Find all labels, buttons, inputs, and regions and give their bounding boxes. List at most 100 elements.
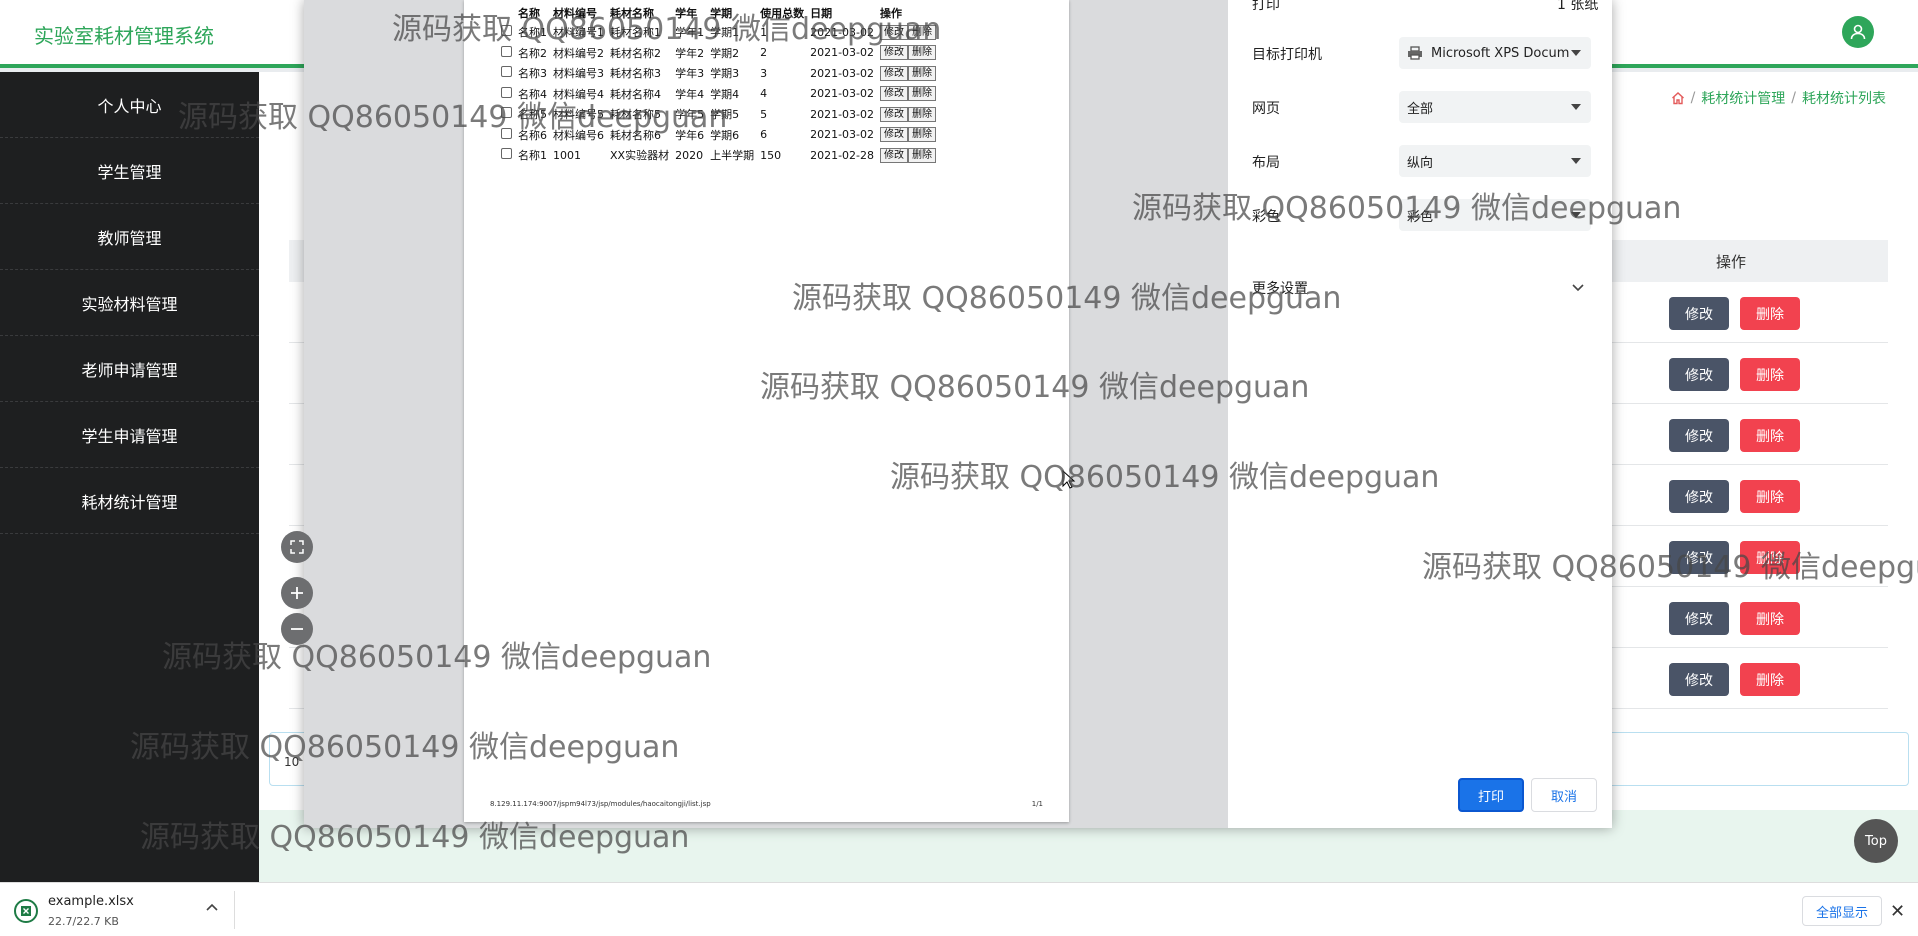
minus-icon [291, 628, 303, 630]
pages-select[interactable]: 全部 [1399, 91, 1591, 123]
preview-table-cell: 2021-03-02 [810, 107, 875, 121]
breadcrumb-level2: 耗材统计列表 [1802, 91, 1886, 107]
edit-button[interactable]: 修改 [1669, 297, 1729, 330]
delete-button[interactable]: 删除 [1740, 663, 1800, 696]
preview-table-cell: 耗材名称3 [610, 67, 661, 81]
preview-edit-button[interactable]: 修改 [880, 24, 909, 40]
edit-button[interactable]: 修改 [1669, 541, 1729, 574]
preview-actions-cell: 修改 删除 [877, 63, 939, 84]
preview-table-cell: 学年2 [675, 46, 705, 60]
preview-table-cell: 2021-03-02 [810, 25, 875, 39]
layout-select[interactable]: 纵向 [1399, 145, 1591, 177]
preview-table-cell: 学年5 [675, 108, 705, 122]
preview-actions-cell: 修改 删除 [877, 145, 939, 166]
row-checkbox[interactable] [501, 25, 512, 37]
preview-edit-button[interactable]: 修改 [880, 147, 909, 163]
preview-delete-button[interactable]: 删除 [908, 65, 937, 81]
delete-button[interactable]: 删除 [1740, 419, 1800, 452]
preview-table-cell: 材料编号3 [553, 67, 604, 81]
color-label: 彩色 [1252, 209, 1280, 225]
color-select[interactable]: 彩色 [1399, 199, 1591, 231]
preview-actions-cell: 修改 删除 [877, 22, 939, 43]
preview-table-cell: 学期2 [710, 46, 740, 60]
preview-edit-button[interactable]: 修改 [880, 106, 909, 122]
row-checkbox[interactable] [501, 127, 512, 139]
preview-table-cell: 材料编号4 [553, 87, 604, 101]
preview-table-cell: 材料编号1 [553, 26, 604, 40]
preview-delete-button[interactable]: 删除 [908, 45, 937, 61]
close-icon[interactable]: ✕ [1890, 901, 1905, 922]
sheets-value: 1 张纸 [1557, 0, 1599, 13]
preview-table-cell: 1001 [553, 148, 581, 162]
print-button[interactable]: 打印 [1458, 778, 1524, 812]
zoom-in-button[interactable] [281, 577, 313, 609]
preview-edit-button[interactable]: 修改 [880, 65, 909, 81]
pages-label: 网页 [1252, 101, 1280, 117]
preview-row-checkbox-cell [498, 104, 515, 125]
sidebar-item-teachers[interactable]: 教师管理 [0, 204, 259, 270]
preview-table-cell: 耗材名称2 [610, 46, 661, 60]
cancel-button[interactable]: 取消 [1531, 778, 1597, 812]
preview-delete-button[interactable]: 删除 [908, 24, 937, 40]
preview-edit-button[interactable]: 修改 [880, 45, 909, 61]
sidebar-item-student-requests[interactable]: 学生申请管理 [0, 402, 259, 468]
chevron-up-icon[interactable] [206, 903, 218, 911]
download-file-name[interactable]: example.xlsx [48, 894, 134, 909]
delete-button[interactable]: 删除 [1740, 297, 1800, 330]
preview-table-row: 名称5 材料编号5 耗材名称5 学年5 学期5 5 2021-03-02 修改 删除 [498, 104, 939, 125]
app-title: 实验室耗材管理系统 [34, 24, 214, 48]
show-all-downloads-button[interactable]: 全部显示 [1802, 896, 1882, 926]
sidebar-item-label: 实验材料管理 [81, 294, 178, 314]
chevron-down-icon[interactable] [1572, 284, 1584, 292]
home-icon[interactable] [1671, 91, 1685, 105]
preview-table-row: 名称6 材料编号6 耗材名称6 学年6 学期6 6 2021-03-02 修改 删除 [498, 125, 939, 146]
sidebar-item-personal-center[interactable]: 个人中心 [0, 72, 259, 138]
zoom-out-button[interactable] [281, 613, 313, 645]
preview-delete-button[interactable]: 删除 [908, 86, 937, 102]
back-to-top-button[interactable]: Top [1854, 819, 1898, 863]
preview-actions-cell: 修改 删除 [877, 104, 939, 125]
preview-row-checkbox-cell [498, 43, 515, 64]
row-checkbox[interactable] [501, 107, 512, 119]
preview-table-cell: 学期1 [710, 26, 740, 40]
printer-select[interactable]: Microsoft XPS Docum [1399, 37, 1591, 69]
edit-button[interactable]: 修改 [1669, 358, 1729, 391]
preview-delete-button[interactable]: 删除 [908, 147, 937, 163]
fullscreen-icon [290, 540, 304, 554]
edit-button[interactable]: 修改 [1669, 480, 1729, 513]
delete-button[interactable]: 删除 [1740, 358, 1800, 391]
row-checkbox[interactable] [501, 45, 512, 57]
delete-button[interactable]: 删除 [1740, 480, 1800, 513]
sidebar-item-consumable-stats[interactable]: 耗材统计管理 [0, 468, 259, 534]
edit-button[interactable]: 修改 [1669, 419, 1729, 452]
preview-table-cell: 材料编号2 [553, 46, 604, 60]
preview-delete-button[interactable]: 删除 [908, 106, 937, 122]
preview-edit-button[interactable]: 修改 [880, 86, 909, 102]
preview-row-checkbox-cell [498, 125, 515, 146]
preview-table-cell: 学年4 [675, 87, 705, 101]
preview-table-cell: 材料编号5 [553, 108, 604, 122]
sidebar-item-students[interactable]: 学生管理 [0, 138, 259, 204]
preview-delete-button[interactable]: 删除 [908, 127, 937, 143]
fit-to-page-button[interactable] [281, 531, 313, 563]
preview-table-cell: 5 [760, 107, 768, 121]
row-checkbox[interactable] [501, 66, 512, 78]
row-checkbox[interactable] [501, 86, 512, 98]
edit-button[interactable]: 修改 [1669, 663, 1729, 696]
plus-icon [291, 587, 303, 599]
delete-button[interactable]: 删除 [1740, 541, 1800, 574]
delete-button[interactable]: 删除 [1740, 602, 1800, 635]
printer-label: 目标打印机 [1252, 47, 1322, 63]
preview-table-row: 名称1 1001 XX实验器材 2020 上半学期 150 2021-02-28 修改 删除 [498, 145, 939, 166]
preview-edit-button[interactable]: 修改 [880, 127, 909, 143]
preview-table-header: 名称 材料编号 耗材名称 学年 学期 使用总数 日期 操作 [498, 4, 939, 22]
user-avatar[interactable] [1842, 16, 1874, 48]
edit-button[interactable]: 修改 [1669, 602, 1729, 635]
more-settings-toggle[interactable]: 更多设置 [1252, 278, 1308, 298]
row-checkbox[interactable] [501, 148, 512, 160]
sidebar-item-label: 学生管理 [97, 162, 162, 182]
sidebar-item-teacher-requests[interactable]: 老师申请管理 [0, 336, 259, 402]
breadcrumb-level1[interactable]: 耗材统计管理 [1701, 88, 1785, 108]
download-file-size: 22.7/22.7 KB [48, 915, 119, 928]
sidebar-item-materials[interactable]: 实验材料管理 [0, 270, 259, 336]
